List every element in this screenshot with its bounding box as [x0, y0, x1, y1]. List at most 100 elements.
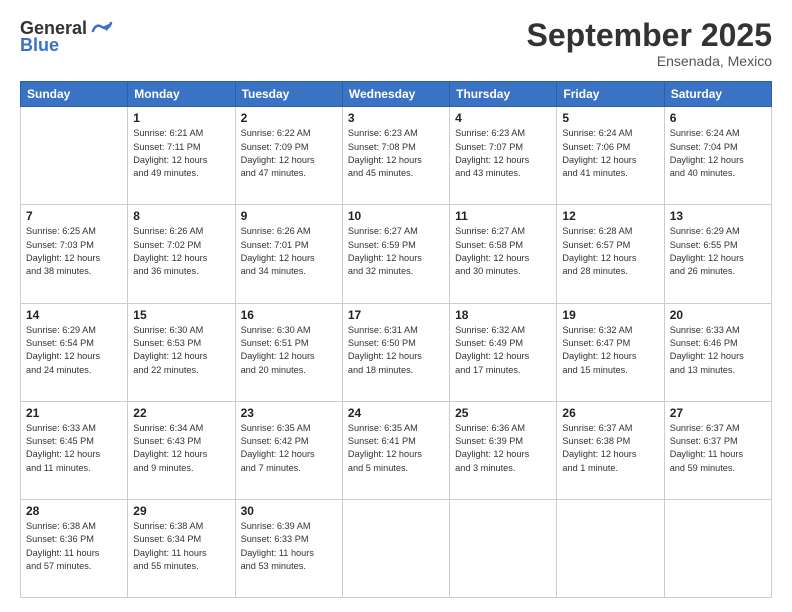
day-number: 20 [670, 308, 766, 322]
calendar-cell: 27Sunrise: 6:37 AM Sunset: 6:37 PM Dayli… [664, 401, 771, 499]
day-number: 24 [348, 406, 444, 420]
day-number: 1 [133, 111, 229, 125]
day-number: 28 [26, 504, 122, 518]
calendar-cell: 11 Sunrise: 6:27 AM Sunset: 6:58 PM Dayli… [450, 205, 557, 303]
weekday-header-saturday: Saturday [664, 82, 771, 107]
calendar-cell: 6 Sunrise: 6:24 AM Sunset: 7:04 PM Daylig… [664, 107, 771, 205]
day-number: 23 [241, 406, 337, 420]
calendar-cell [557, 499, 664, 597]
day-info: Sunrise: 6:24 AM Sunset: 7:06 PM Dayligh… [562, 127, 658, 180]
day-number: 14 [26, 308, 122, 322]
calendar-week-row: 28 Sunrise: 6:38 AM Sunset: 6:36 PM Dayli… [21, 499, 772, 597]
header: General Blue September 2025 Ensenada, Me… [20, 18, 772, 69]
day-info: Sunrise: 6:35 AM Sunset: 6:42 PM Dayligh… [241, 422, 337, 475]
weekday-header-thursday: Thursday [450, 82, 557, 107]
location-subtitle: Ensenada, Mexico [527, 53, 772, 69]
calendar-cell [342, 499, 449, 597]
calendar-table: SundayMondayTuesdayWednesdayThursdayFrid… [20, 81, 772, 598]
calendar-cell: 21Sunrise: 6:33 AM Sunset: 6:45 PM Dayli… [21, 401, 128, 499]
day-info: Sunrise: 6:26 AM Sunset: 7:02 PM Dayligh… [133, 225, 229, 278]
weekday-header-monday: Monday [128, 82, 235, 107]
logo-container: General Blue [20, 18, 113, 56]
day-info: Sunrise: 6:38 AM Sunset: 6:36 PM Dayligh… [26, 520, 122, 573]
day-info: Sunrise: 6:24 AM Sunset: 7:04 PM Dayligh… [670, 127, 766, 180]
day-number: 10 [348, 209, 444, 223]
calendar-cell: 20 Sunrise: 6:33 AM Sunset: 6:46 PM Dayli… [664, 303, 771, 401]
day-info: Sunrise: 6:32 AM Sunset: 6:47 PM Dayligh… [562, 324, 658, 377]
day-info: Sunrise: 6:29 AM Sunset: 6:55 PM Dayligh… [670, 225, 766, 278]
day-number: 12 [562, 209, 658, 223]
calendar-week-row: 7 Sunrise: 6:25 AM Sunset: 7:03 PM Daylig… [21, 205, 772, 303]
day-info: Sunrise: 6:27 AM Sunset: 6:59 PM Dayligh… [348, 225, 444, 278]
calendar-cell: 13 Sunrise: 6:29 AM Sunset: 6:55 PM Dayli… [664, 205, 771, 303]
day-info: Sunrise: 6:37 AM Sunset: 6:38 PM Dayligh… [562, 422, 658, 475]
day-number: 22 [133, 406, 229, 420]
calendar-cell: 12 Sunrise: 6:28 AM Sunset: 6:57 PM Dayli… [557, 205, 664, 303]
calendar-cell: 2Sunrise: 6:22 AM Sunset: 7:09 PM Daylig… [235, 107, 342, 205]
day-info: Sunrise: 6:37 AM Sunset: 6:37 PM Dayligh… [670, 422, 766, 475]
day-info: Sunrise: 6:39 AM Sunset: 6:33 PM Dayligh… [241, 520, 337, 573]
day-number: 26 [562, 406, 658, 420]
day-info: Sunrise: 6:33 AM Sunset: 6:46 PM Dayligh… [670, 324, 766, 377]
day-number: 16 [241, 308, 337, 322]
day-info: Sunrise: 6:30 AM Sunset: 6:53 PM Dayligh… [133, 324, 229, 377]
day-number: 18 [455, 308, 551, 322]
day-number: 7 [26, 209, 122, 223]
calendar-cell: 10 Sunrise: 6:27 AM Sunset: 6:59 PM Dayli… [342, 205, 449, 303]
day-number: 29 [133, 504, 229, 518]
calendar-page: General Blue September 2025 Ensenada, Me… [0, 0, 792, 612]
calendar-cell: 29 Sunrise: 6:38 AM Sunset: 6:34 PM Dayli… [128, 499, 235, 597]
day-number: 11 [455, 209, 551, 223]
title-area: September 2025 Ensenada, Mexico [527, 18, 772, 69]
day-number: 6 [670, 111, 766, 125]
logo-blue: Blue [20, 35, 59, 56]
weekday-header-tuesday: Tuesday [235, 82, 342, 107]
day-info: Sunrise: 6:34 AM Sunset: 6:43 PM Dayligh… [133, 422, 229, 475]
calendar-cell: 17Sunrise: 6:31 AM Sunset: 6:50 PM Dayli… [342, 303, 449, 401]
logo: General Blue [20, 18, 113, 56]
day-number: 3 [348, 111, 444, 125]
calendar-cell: 26 Sunrise: 6:37 AM Sunset: 6:38 PM Dayli… [557, 401, 664, 499]
weekday-header-wednesday: Wednesday [342, 82, 449, 107]
calendar-cell: 19Sunrise: 6:32 AM Sunset: 6:47 PM Dayli… [557, 303, 664, 401]
day-info: Sunrise: 6:32 AM Sunset: 6:49 PM Dayligh… [455, 324, 551, 377]
day-info: Sunrise: 6:25 AM Sunset: 7:03 PM Dayligh… [26, 225, 122, 278]
weekday-header-sunday: Sunday [21, 82, 128, 107]
month-title: September 2025 [527, 18, 772, 53]
day-number: 9 [241, 209, 337, 223]
calendar-cell: 28 Sunrise: 6:38 AM Sunset: 6:36 PM Dayli… [21, 499, 128, 597]
calendar-cell: 23 Sunrise: 6:35 AM Sunset: 6:42 PM Dayli… [235, 401, 342, 499]
calendar-cell: 16 Sunrise: 6:30 AM Sunset: 6:51 PM Dayli… [235, 303, 342, 401]
calendar-cell [664, 499, 771, 597]
calendar-cell [21, 107, 128, 205]
day-info: Sunrise: 6:27 AM Sunset: 6:58 PM Dayligh… [455, 225, 551, 278]
calendar-cell: 30Sunrise: 6:39 AM Sunset: 6:33 PM Dayli… [235, 499, 342, 597]
day-info: Sunrise: 6:26 AM Sunset: 7:01 PM Dayligh… [241, 225, 337, 278]
day-number: 13 [670, 209, 766, 223]
day-info: Sunrise: 6:23 AM Sunset: 7:08 PM Dayligh… [348, 127, 444, 180]
calendar-week-row: 14Sunrise: 6:29 AM Sunset: 6:54 PM Dayli… [21, 303, 772, 401]
day-number: 21 [26, 406, 122, 420]
weekday-header-row: SundayMondayTuesdayWednesdayThursdayFrid… [21, 82, 772, 107]
calendar-cell: 24 Sunrise: 6:35 AM Sunset: 6:41 PM Dayli… [342, 401, 449, 499]
day-info: Sunrise: 6:23 AM Sunset: 7:07 PM Dayligh… [455, 127, 551, 180]
day-number: 4 [455, 111, 551, 125]
calendar-cell: 25Sunrise: 6:36 AM Sunset: 6:39 PM Dayli… [450, 401, 557, 499]
day-info: Sunrise: 6:30 AM Sunset: 6:51 PM Dayligh… [241, 324, 337, 377]
calendar-cell: 1 Sunrise: 6:21 AM Sunset: 7:11 PM Daylig… [128, 107, 235, 205]
day-number: 8 [133, 209, 229, 223]
calendar-week-row: 21Sunrise: 6:33 AM Sunset: 6:45 PM Dayli… [21, 401, 772, 499]
day-number: 2 [241, 111, 337, 125]
day-info: Sunrise: 6:35 AM Sunset: 6:41 PM Dayligh… [348, 422, 444, 475]
day-info: Sunrise: 6:28 AM Sunset: 6:57 PM Dayligh… [562, 225, 658, 278]
day-info: Sunrise: 6:38 AM Sunset: 6:34 PM Dayligh… [133, 520, 229, 573]
day-info: Sunrise: 6:21 AM Sunset: 7:11 PM Dayligh… [133, 127, 229, 180]
day-number: 25 [455, 406, 551, 420]
calendar-cell: 14Sunrise: 6:29 AM Sunset: 6:54 PM Dayli… [21, 303, 128, 401]
calendar-cell: 7 Sunrise: 6:25 AM Sunset: 7:03 PM Daylig… [21, 205, 128, 303]
day-number: 15 [133, 308, 229, 322]
calendar-cell: 3 Sunrise: 6:23 AM Sunset: 7:08 PM Daylig… [342, 107, 449, 205]
day-number: 5 [562, 111, 658, 125]
calendar-cell: 5 Sunrise: 6:24 AM Sunset: 7:06 PM Daylig… [557, 107, 664, 205]
logo-wave-icon [91, 19, 113, 37]
